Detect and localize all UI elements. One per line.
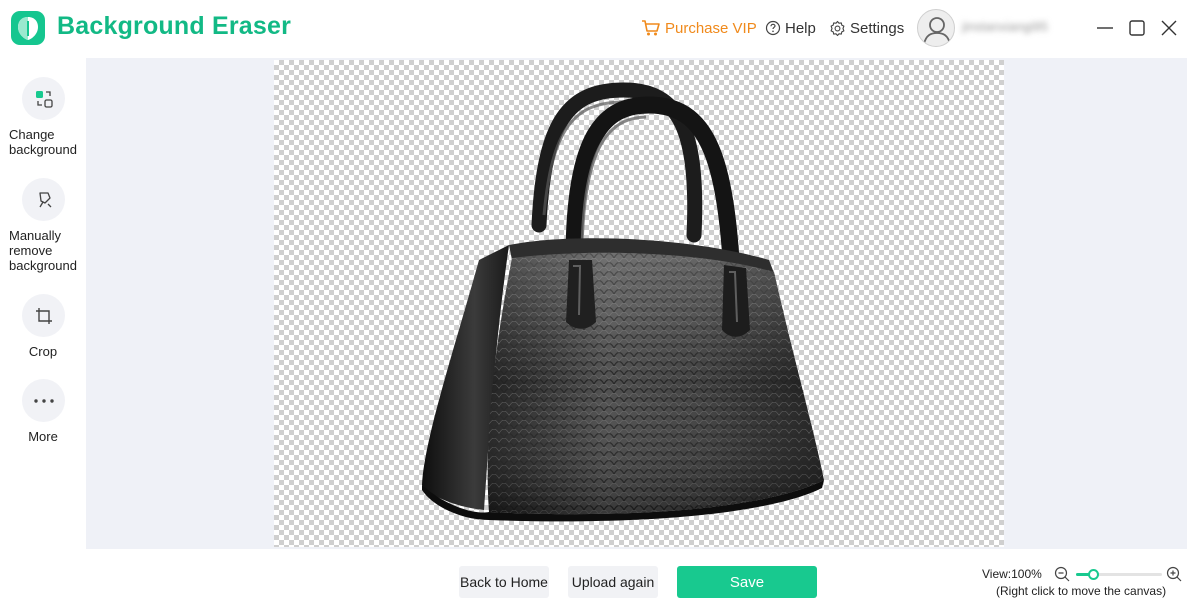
app-title: Background Eraser	[57, 12, 292, 40]
footer-toolbar: Back to Home Upload again Save View:100%…	[0, 549, 1187, 613]
crop-icon	[35, 307, 52, 324]
more-dots-icon	[33, 398, 54, 403]
maximize-button[interactable]	[1126, 17, 1148, 39]
crop-label: Crop	[28, 344, 58, 359]
manual-remove-icon-wrap	[22, 178, 65, 221]
handbag-image	[422, 82, 824, 522]
minimize-button[interactable]	[1094, 17, 1116, 39]
close-window-button[interactable]	[1158, 17, 1180, 39]
swap-background-icon	[35, 90, 53, 108]
username: jinstanxiangi95	[962, 19, 1049, 34]
avatar[interactable]	[917, 9, 955, 47]
more-label: More	[28, 429, 58, 444]
title-bar: Background Eraser Purchase VIP Help Sett…	[0, 0, 1187, 58]
zoom-in-button[interactable]	[1166, 566, 1182, 582]
brush-icon	[38, 191, 51, 207]
settings-label: Settings	[850, 19, 905, 37]
manual-remove-tool[interactable]: Manually remove background	[0, 178, 86, 278]
zoom-level-label: View:100%	[982, 567, 1042, 581]
more-tool[interactable]: More	[0, 379, 86, 445]
tool-sidebar: Change background Manually remove backgr…	[0, 58, 86, 613]
purchase-vip-label: Purchase VIP	[665, 19, 757, 37]
change-background-icon-wrap	[22, 77, 65, 120]
crop-tool[interactable]: Crop	[0, 294, 86, 360]
change-background-tool[interactable]: Change background	[0, 77, 86, 159]
back-to-home-button[interactable]: Back to Home	[459, 566, 549, 598]
zoom-out-icon	[1054, 566, 1070, 582]
upload-again-button[interactable]: Upload again	[568, 566, 658, 598]
cart-icon	[642, 20, 660, 36]
close-icon	[1161, 20, 1177, 36]
maximize-icon	[1129, 20, 1145, 36]
change-background-label: Change background	[9, 127, 77, 157]
help-button[interactable]: Help	[765, 18, 816, 38]
manual-remove-label: Manually remove background	[9, 228, 77, 273]
help-label: Help	[785, 19, 816, 37]
crop-icon-wrap	[22, 294, 65, 337]
zoom-out-button[interactable]	[1054, 566, 1070, 582]
zoom-in-icon	[1166, 566, 1182, 582]
workspace	[86, 58, 1187, 549]
canvas-hint: (Right click to move the canvas)	[996, 584, 1167, 598]
save-button[interactable]: Save	[677, 566, 817, 598]
zoom-slider-thumb[interactable]	[1088, 569, 1099, 580]
zoom-slider[interactable]	[1076, 569, 1162, 580]
settings-button[interactable]: Settings	[829, 18, 904, 38]
image-canvas[interactable]	[274, 60, 1004, 547]
more-icon-wrap	[22, 379, 65, 422]
help-circle-icon	[765, 20, 781, 36]
purchase-vip-button[interactable]: Purchase VIP	[641, 18, 757, 38]
gear-icon	[830, 20, 845, 36]
app-logo-icon	[11, 11, 45, 45]
minimize-icon	[1097, 27, 1113, 29]
user-icon	[923, 17, 951, 45]
